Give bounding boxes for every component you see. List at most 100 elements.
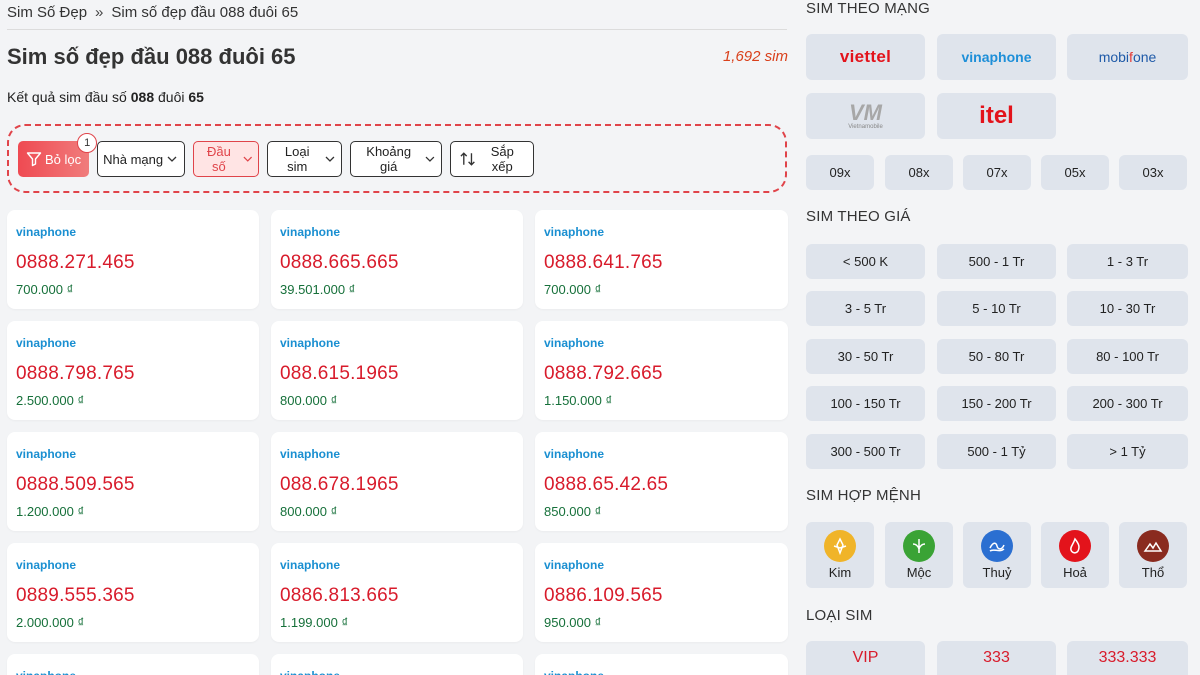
sort-arrows-icon bbox=[460, 152, 475, 166]
sim-type-tile[interactable]: VIP bbox=[806, 641, 925, 675]
sim-card[interactable]: vinaphone bbox=[271, 654, 523, 675]
price-range-tile[interactable]: 100 - 150 Tr bbox=[806, 386, 925, 421]
sim-card[interactable]: vinaphone bbox=[7, 654, 259, 675]
sim-card[interactable]: vinaphone bbox=[535, 654, 788, 675]
sim-number[interactable]: 0888.665.665 bbox=[280, 252, 514, 276]
sim-network-label: vinaphone bbox=[16, 669, 250, 675]
menh-tile[interactable]: Mộc bbox=[885, 522, 953, 588]
sim-card[interactable]: vinaphone 0888.792.665 1.150.000 ₫ bbox=[535, 321, 788, 420]
result-prefix-text: Kết quả sim đầu số bbox=[7, 89, 131, 105]
result-count: 1,692 sim bbox=[722, 48, 788, 65]
sim-number[interactable]: 0888.798.765 bbox=[16, 363, 250, 387]
sim-card[interactable]: vinaphone 0888.665.665 39.501.000 ₫ bbox=[271, 210, 523, 309]
funnel-icon bbox=[26, 152, 42, 167]
sim-card[interactable]: vinaphone 0886.109.565 950.000 ₫ bbox=[535, 543, 788, 642]
sim-number-suffix: 65 bbox=[113, 252, 135, 273]
sim-number[interactable]: 0888.65.42.65 bbox=[544, 474, 779, 498]
price-range-tile[interactable]: 1 - 3 Tr bbox=[1067, 244, 1188, 279]
sim-number-prefix: 0889.555.3 bbox=[16, 585, 114, 606]
sim-network-label: vinaphone bbox=[280, 225, 341, 239]
prefix-tile[interactable]: 07x bbox=[963, 155, 1031, 190]
prefix-tile[interactable]: 03x bbox=[1119, 155, 1187, 190]
sim-card[interactable]: vinaphone 0889.555.365 2.000.000 ₫ bbox=[7, 543, 259, 642]
sim-number[interactable]: 0889.555.365 bbox=[16, 585, 250, 609]
breadcrumb-home[interactable]: Sim Số Đẹp bbox=[7, 4, 87, 21]
sim-price: 2.000.000 ₫ bbox=[16, 615, 85, 630]
sim-number[interactable]: 0888.792.665 bbox=[544, 363, 779, 387]
price-range-tile[interactable]: > 1 Tỷ bbox=[1067, 434, 1188, 469]
sim-card[interactable]: vinaphone 0888.641.765 700.000 ₫ bbox=[535, 210, 788, 309]
menh-tile[interactable]: Hoả bbox=[1041, 522, 1109, 588]
sim-card[interactable]: vinaphone 0888.271.465 700.000 ₫ bbox=[7, 210, 259, 309]
sim-number[interactable]: 088.615.1965 bbox=[280, 363, 514, 387]
price-range-tile[interactable]: 500 - 1 Tỷ bbox=[937, 434, 1056, 469]
chevron-down-icon bbox=[325, 156, 335, 162]
network-vinaphone-tile[interactable]: vinaphone bbox=[937, 34, 1056, 80]
prefix-tile[interactable]: 09x bbox=[806, 155, 874, 190]
sim-number-prefix: 0888.641.7 bbox=[544, 252, 642, 273]
prefix-tile[interactable]: 05x bbox=[1041, 155, 1109, 190]
price-section-title: SIM THEO GIÁ bbox=[806, 208, 911, 225]
prefix-tile[interactable]: 08x bbox=[885, 155, 953, 190]
sim-number[interactable]: 0888.509.565 bbox=[16, 474, 250, 498]
sim-number-suffix: 65 bbox=[377, 474, 399, 495]
sim-number-prefix: 088.615.19 bbox=[280, 363, 378, 384]
sim-card[interactable]: vinaphone 0888.65.42.65 850.000 ₫ bbox=[535, 432, 788, 531]
sim-number-suffix: 65 bbox=[113, 585, 135, 606]
price-range-tile[interactable]: < 500 K bbox=[806, 244, 925, 279]
price-range-tile[interactable]: 3 - 5 Tr bbox=[806, 291, 925, 326]
prefix-filter-dropdown[interactable]: Đầu số bbox=[193, 141, 260, 177]
menh-label: Kim bbox=[828, 565, 852, 580]
sim-network-label: vinaphone bbox=[280, 447, 341, 461]
sim-price: 700.000 ₫ bbox=[544, 282, 602, 297]
network-viettel-tile[interactable]: viettel bbox=[806, 34, 925, 80]
sim-number[interactable]: 088.678.1965 bbox=[280, 474, 514, 498]
price-range-tile[interactable]: 150 - 200 Tr bbox=[937, 386, 1056, 421]
menh-label: Thuỷ bbox=[982, 565, 1012, 580]
sim-number-prefix: 0886.813.6 bbox=[280, 585, 378, 606]
menh-tile[interactable]: Kim bbox=[806, 522, 874, 588]
sim-type-tile[interactable]: 333.333 bbox=[1067, 641, 1188, 675]
sim-card[interactable]: vinaphone 0888.798.765 2.500.000 ₫ bbox=[7, 321, 259, 420]
sim-number-prefix: 0888.65.42. bbox=[544, 474, 647, 495]
price-range-tile[interactable]: 80 - 100 Tr bbox=[1067, 339, 1188, 374]
price-range-tile[interactable]: 500 - 1 Tr bbox=[937, 244, 1056, 279]
sim-card[interactable]: vinaphone 088.615.1965 800.000 ₫ bbox=[271, 321, 523, 420]
sim-number[interactable]: 0888.271.465 bbox=[16, 252, 250, 276]
price-range-tile[interactable]: 300 - 500 Tr bbox=[806, 434, 925, 469]
sim-card[interactable]: vinaphone 088.678.1965 800.000 ₫ bbox=[271, 432, 523, 531]
sim-price: 1.200.000 ₫ bbox=[16, 504, 85, 519]
result-head: 088 bbox=[130, 89, 155, 105]
price-range-tile[interactable]: 10 - 30 Tr bbox=[1067, 291, 1188, 326]
clear-filter-button[interactable]: Bỏ lọc 1 bbox=[18, 133, 98, 177]
type-filter-dropdown[interactable]: Loại sim bbox=[267, 141, 343, 177]
sim-card[interactable]: vinaphone 0888.509.565 1.200.000 ₫ bbox=[7, 432, 259, 531]
network-vietnamobile-tile[interactable]: VM Vietnamobile bbox=[806, 93, 925, 139]
sim-number[interactable]: 0886.109.565 bbox=[544, 585, 779, 609]
sim-type-tile[interactable]: 333 bbox=[937, 641, 1056, 675]
price-filter-dropdown[interactable]: Khoảng giá bbox=[350, 141, 443, 177]
hoa-icon bbox=[1059, 530, 1091, 562]
sim-network-label: vinaphone bbox=[544, 558, 605, 572]
main-content: Sim Số Đẹp » Sim số đẹp đầu 088 đuôi 65 … bbox=[0, 0, 796, 675]
sim-number-suffix: 65 bbox=[641, 363, 663, 384]
sort-label: Sắp xếp bbox=[490, 144, 514, 174]
sim-card[interactable]: vinaphone 0886.813.665 1.199.000 ₫ bbox=[271, 543, 523, 642]
sim-price: 1.199.000 ₫ bbox=[280, 615, 349, 630]
price-range-tile[interactable]: 200 - 300 Tr bbox=[1067, 386, 1188, 421]
network-itel-tile[interactable]: itel bbox=[937, 93, 1056, 139]
network-filter-dropdown[interactable]: Nhà mạng bbox=[97, 141, 186, 177]
sim-number[interactable]: 0888.641.765 bbox=[544, 252, 779, 276]
vietnamobile-mark: VM bbox=[849, 100, 882, 125]
price-range-tile[interactable]: 30 - 50 Tr bbox=[806, 339, 925, 374]
network-mobifone-tile[interactable]: mobifone bbox=[1067, 34, 1188, 80]
sort-button[interactable]: Sắp xếp bbox=[450, 141, 535, 177]
chevron-down-icon bbox=[425, 156, 435, 162]
sim-number[interactable]: 0886.813.665 bbox=[280, 585, 514, 609]
sim-number-suffix: 65 bbox=[377, 363, 399, 384]
price-range-tile[interactable]: 50 - 80 Tr bbox=[937, 339, 1056, 374]
price-range-tile[interactable]: 5 - 10 Tr bbox=[937, 291, 1056, 326]
menh-tile[interactable]: Thuỷ bbox=[963, 522, 1031, 588]
page-title: Sim số đẹp đầu 088 đuôi 65 bbox=[7, 44, 296, 69]
menh-tile[interactable]: Thổ bbox=[1119, 522, 1187, 588]
